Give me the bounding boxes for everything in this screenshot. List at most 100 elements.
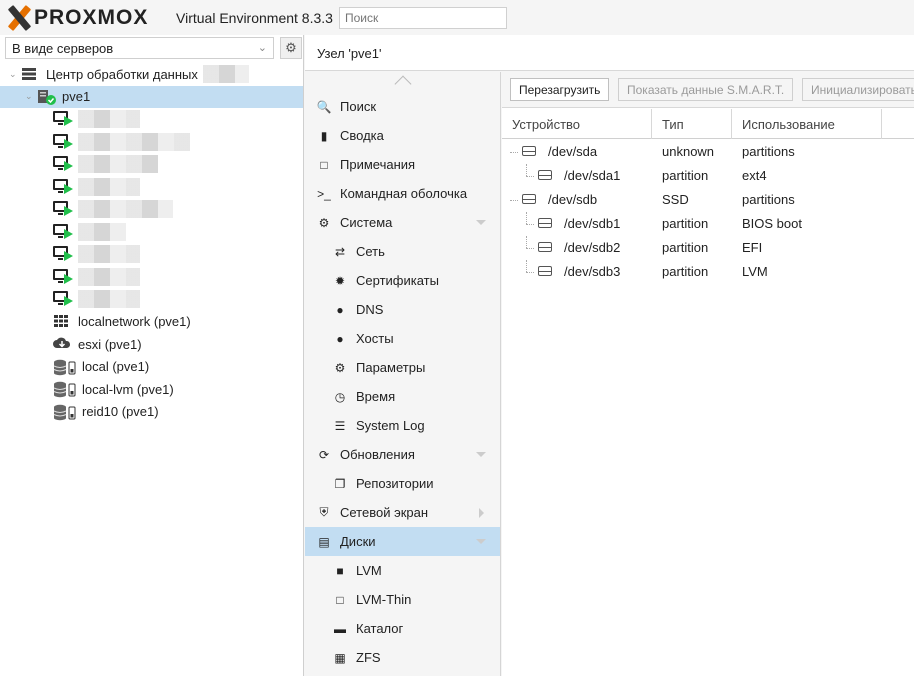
vm-running-icon <box>64 251 73 261</box>
gear-button[interactable]: ⚙ <box>280 37 302 59</box>
tree-item-node[interactable]: ⌄ pve1 <box>0 85 303 108</box>
type-cell: partition <box>662 240 709 255</box>
storage-icon <box>53 404 77 420</box>
tree-item-storage[interactable]: localnetwork (pve1) <box>0 311 303 334</box>
tree-item-storage[interactable]: reid10 (pve1) <box>0 401 303 424</box>
scroll-up-icon[interactable] <box>394 75 412 93</box>
vm-running-icon <box>64 116 73 126</box>
tree-item-datacenter[interactable]: ⌄ Центр обработки данных <box>0 63 303 86</box>
tree-item-vm[interactable] <box>0 221 303 244</box>
storage-icon <box>53 381 77 398</box>
tree-connector <box>526 164 527 176</box>
type-cell: partition <box>662 264 709 279</box>
initialize-button[interactable]: Инициализировать <box>802 78 914 101</box>
nav-item[interactable]: ✹ Сертификаты <box>305 266 500 295</box>
tree-connector <box>510 152 518 153</box>
vm-running-icon <box>64 273 73 284</box>
nav-item[interactable]: ▮ Сводка <box>305 121 500 150</box>
tree-item-vm[interactable] <box>0 288 303 311</box>
nav-item[interactable]: ⇄ Сеть <box>305 237 500 266</box>
nav-item[interactable]: □ LVM-Thin <box>305 585 500 614</box>
breadcrumb: Узел 'pve1' <box>305 35 914 71</box>
table-row[interactable]: /dev/sdb2 partition EFI <box>502 236 914 260</box>
chevron-right-icon[interactable] <box>479 508 484 518</box>
usage-cell: EFI <box>742 240 763 255</box>
nav-item[interactable]: ⚙ Параметры <box>305 353 500 382</box>
table-row[interactable]: /dev/sdb SSD partitions <box>502 188 914 212</box>
table-row[interactable]: /dev/sda1 partition ext4 <box>502 164 914 188</box>
type-cell: partition <box>662 168 709 183</box>
column-device[interactable]: Устройство <box>502 109 652 139</box>
type-cell: unknown <box>662 144 715 159</box>
nav-item[interactable]: □ Примечания <box>305 150 500 179</box>
tree-item-vm[interactable] <box>0 131 303 154</box>
nav-item[interactable]: ▦ ZFS <box>305 643 500 672</box>
show-smart-button[interactable]: Показать данные S.M.A.R.T. <box>618 78 793 101</box>
nav-item[interactable]: ⛨ Сетевой экран <box>305 498 500 527</box>
vm-running-icon <box>64 296 73 306</box>
top-header: PROXMOX Virtual Environment 8.3.3 <box>0 0 914 35</box>
tree-item-storage[interactable]: esxi (pve1) <box>0 333 303 356</box>
table-row[interactable]: /dev/sdb1 partition BIOS boot <box>502 212 914 236</box>
redacted-text <box>78 222 126 241</box>
proxmox-logo[interactable]: PROXMOX <box>6 5 149 31</box>
storage-label: local (pve1) <box>82 359 150 375</box>
nav-item[interactable]: ● DNS <box>305 295 500 324</box>
type-cell: SSD <box>662 192 689 207</box>
nav-item[interactable]: ● Хосты <box>305 324 500 353</box>
storage-icon <box>53 359 77 375</box>
reload-button[interactable]: Перезагрузить <box>510 78 609 101</box>
nav-item[interactable]: ■ LVM <box>305 556 500 585</box>
tree-item-vm[interactable] <box>0 176 303 199</box>
storage-label: reid10 (pve1) <box>82 404 159 420</box>
nav-item[interactable]: ☰ System Log <box>305 411 500 440</box>
clock-icon: ◷ <box>334 389 346 404</box>
usage-cell: partitions <box>742 144 795 159</box>
tree-item-storage[interactable]: local (pve1) <box>0 356 303 379</box>
view-select[interactable]: В виде серверов ⌄ <box>5 37 274 59</box>
tree-item-vm[interactable] <box>0 108 303 131</box>
th-large-icon: ▦ <box>334 650 346 665</box>
logo-text: PROXMOX <box>34 6 149 29</box>
tree-item-storage[interactable]: local-lvm (pve1) <box>0 378 303 401</box>
tree-item-vm[interactable] <box>0 243 303 266</box>
tree-item-vm[interactable] <box>0 266 303 289</box>
chevron-down-icon[interactable] <box>476 452 486 457</box>
search-icon: 🔍 <box>316 99 332 114</box>
tree-connector <box>526 248 534 249</box>
node-menu: 🔍 Поиск ▮ Сводка □ Примечания >_ Командная обол… <box>305 72 501 676</box>
grid-icon <box>53 314 77 330</box>
vm-running-icon <box>64 138 73 149</box>
nav-item[interactable]: >_ Командная оболочка <box>305 179 500 208</box>
tree-connector <box>526 176 534 177</box>
chevron-down-icon[interactable] <box>476 220 486 225</box>
tree-item-vm[interactable] <box>0 198 303 221</box>
search-input[interactable] <box>339 7 507 29</box>
column-usage[interactable]: Использование <box>732 109 882 139</box>
tree-connector <box>526 212 527 224</box>
nav-item[interactable]: 🔍 Поиск <box>305 92 500 121</box>
hdd-icon <box>522 194 536 204</box>
nav-item[interactable]: ◷ Время <box>305 382 500 411</box>
chevron-down-icon[interactable] <box>476 539 486 544</box>
tree-connector <box>526 260 527 272</box>
globe-icon: ● <box>336 331 344 346</box>
usage-cell: BIOS boot <box>742 216 802 231</box>
nav-item[interactable]: ⚙ Система <box>305 208 500 237</box>
column-type[interactable]: Тип <box>652 109 732 139</box>
table-header: Устройство Тип Использование <box>502 109 914 139</box>
vm-running-icon <box>64 183 73 194</box>
redacted-text <box>78 132 190 151</box>
nav-item[interactable]: ⟳ Обновления <box>305 440 500 469</box>
table-row[interactable]: /dev/sda unknown partitions <box>502 140 914 164</box>
collapse-icon[interactable]: ⌄ <box>9 69 17 80</box>
folder-icon: ▬ <box>334 621 346 636</box>
nav-item[interactable]: ▬ Каталог <box>305 614 500 643</box>
disks-panel: Перезагрузить Показать данные S.M.A.R.T.… <box>502 72 914 676</box>
nav-item[interactable]: ❐ Репозитории <box>305 469 500 498</box>
collapse-icon[interactable]: ⌄ <box>25 91 33 102</box>
table-row[interactable]: /dev/sdb3 partition LVM <box>502 260 914 284</box>
tree-item-vm[interactable] <box>0 153 303 176</box>
nav-item[interactable]: ▤ Диски <box>305 527 500 556</box>
redacted-text <box>78 267 140 286</box>
